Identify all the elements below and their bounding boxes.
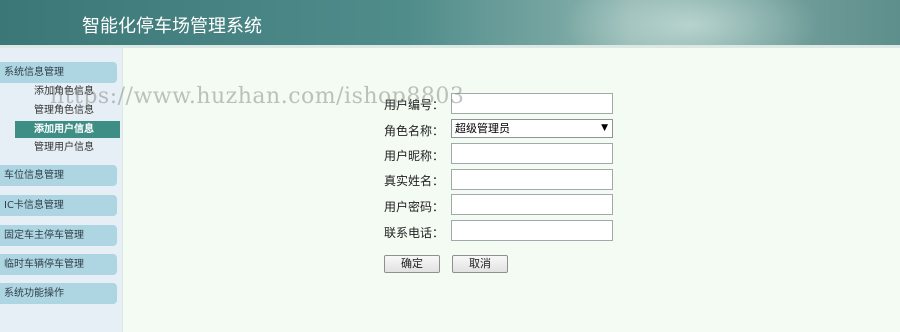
label-user-id: 用户编号： [384,98,445,112]
label-real-name: 真实姓名： [384,174,445,188]
app-title: 智能化停车场管理系统 [82,16,262,37]
menu-group-system-functions[interactable]: 系统功能操作 [0,283,117,304]
cancel-button[interactable]: 取消 [452,255,508,273]
menu-group-parking-space[interactable]: 车位信息管理 [0,165,117,186]
submenu-manage-role[interactable]: 管理角色信息 [34,104,94,118]
chevron-down-icon: ▼ [601,123,608,133]
submenu-manage-user[interactable]: 管理用户信息 [34,141,94,155]
label-phone: 联系电话： [384,226,445,240]
label-role: 角色名称： [384,124,445,138]
phone-field[interactable] [451,220,613,241]
menu-group-ic-card[interactable]: IC卡信息管理 [0,195,117,216]
password-field[interactable] [451,194,613,215]
menu-group-temp-vehicle-parking[interactable]: 临时车辆停车管理 [0,254,117,275]
header-glow [560,0,820,48]
real-name-field[interactable] [451,169,613,190]
role-select-value: 超级管理员 [455,122,510,135]
label-nickname: 用户昵称： [384,149,445,163]
label-password: 用户密码： [384,200,445,214]
nickname-field[interactable] [451,143,613,164]
app-header: 智能化停车场管理系统 [0,0,900,48]
main-content [122,48,900,332]
role-select[interactable]: 超级管理员 ▼ [451,119,613,138]
submenu-add-role[interactable]: 添加角色信息 [34,85,94,99]
user-id-field[interactable] [451,93,613,114]
sidebar: 系统信息管理 添加角色信息 管理角色信息 添加用户信息 管理用户信息 车位信息管… [0,48,122,332]
confirm-button[interactable]: 确定 [384,255,440,273]
submenu-add-user[interactable]: 添加用户信息 [15,121,120,138]
menu-group-fixed-owner-parking[interactable]: 固定车主停车管理 [0,225,117,246]
menu-group-system-info[interactable]: 系统信息管理 [0,62,117,83]
